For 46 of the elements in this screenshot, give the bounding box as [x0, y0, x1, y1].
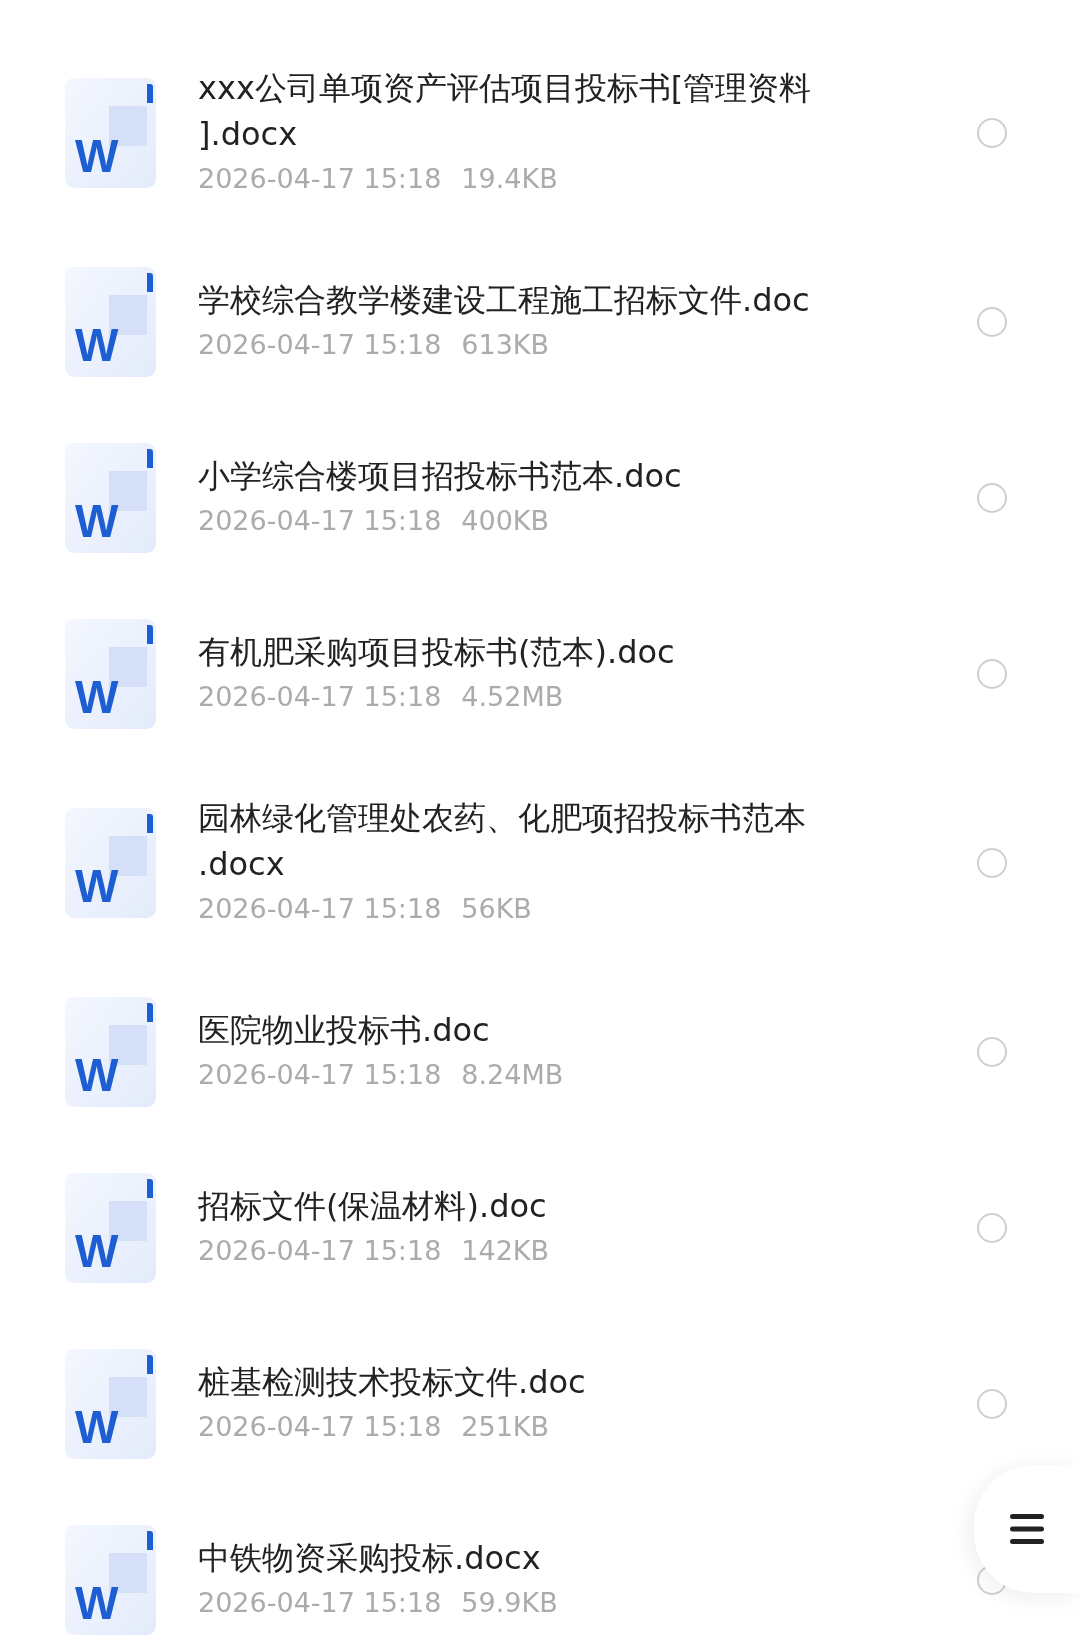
file-name[interactable]: 中铁物资采购投标.docx [198, 1535, 958, 1581]
menu-icon [1010, 1514, 1044, 1544]
file-date: 2026-04-17 15:18 [198, 892, 442, 926]
file-size: 8.24MB [461, 1058, 564, 1092]
radio-button[interactable] [977, 118, 1007, 148]
file-size: 19.4KB [461, 162, 558, 196]
file-date: 2026-04-17 15:18 [198, 1234, 442, 1268]
file-name[interactable]: 有机肥采购项目投标书(范本).doc [198, 629, 958, 675]
file-size: 56KB [461, 892, 532, 926]
file-name[interactable]: 桩基检测技术投标文件.doc [198, 1359, 958, 1405]
file-date: 2026-04-17 15:18 [198, 328, 442, 362]
file-date: 2026-04-17 15:18 [198, 1058, 442, 1092]
file-size: 59.9KB [461, 1586, 558, 1620]
radio-button[interactable] [977, 483, 1007, 513]
file-date: 2026-04-17 15:18 [198, 1586, 442, 1620]
word-file-icon: W [65, 1173, 156, 1283]
word-file-icon: W [65, 1349, 156, 1459]
radio-button[interactable] [977, 1389, 1007, 1419]
word-file-icon: W [65, 267, 156, 377]
file-size: 400KB [461, 504, 550, 538]
file-name[interactable]: 招标文件(保温材料).doc [198, 1183, 958, 1229]
word-file-icon: W [65, 78, 156, 188]
file-size: 4.52MB [461, 680, 564, 714]
file-date: 2026-04-17 15:18 [198, 680, 442, 714]
word-file-icon: W [65, 619, 156, 729]
word-file-icon: W [65, 1525, 156, 1635]
word-file-icon: W [65, 997, 156, 1107]
radio-button[interactable] [977, 848, 1007, 878]
file-size: 613KB [461, 328, 550, 362]
file-name[interactable]: 小学综合楼项目招投标书范本.doc [198, 453, 958, 499]
radio-button[interactable] [977, 1037, 1007, 1067]
radio-button[interactable] [977, 1213, 1007, 1243]
file-date: 2026-04-17 15:18 [198, 1410, 442, 1444]
word-file-icon: W [65, 808, 156, 918]
radio-button[interactable] [977, 659, 1007, 689]
file-name[interactable]: 园林绿化管理处农药、化肥项招投标书范本 .docx [198, 795, 958, 887]
file-date: 2026-04-17 15:18 [198, 504, 442, 538]
file-name[interactable]: 学校综合教学楼建设工程施工招标文件.doc [198, 277, 958, 323]
radio-button[interactable] [977, 307, 1007, 337]
file-date: 2026-04-17 15:18 [198, 162, 442, 196]
word-file-icon: W [65, 443, 156, 553]
file-name[interactable]: xxx公司单项资产评估项目投标书[管理资料 ].docx [198, 65, 958, 157]
file-name[interactable]: 医院物业投标书.doc [198, 1007, 958, 1053]
file-size: 251KB [461, 1410, 550, 1444]
floating-menu[interactable] [974, 1465, 1080, 1593]
file-size: 142KB [461, 1234, 550, 1268]
